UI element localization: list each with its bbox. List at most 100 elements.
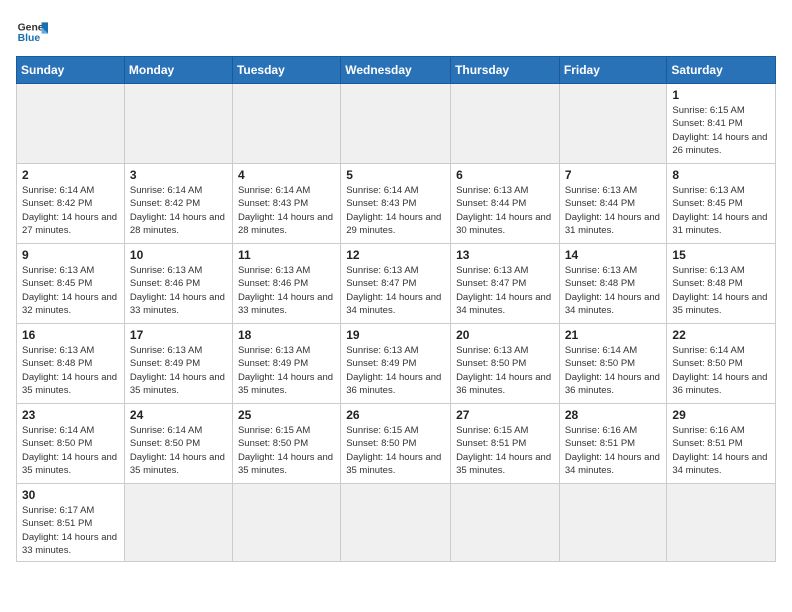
calendar-day-cell (17, 84, 125, 164)
calendar-day-cell (124, 484, 232, 562)
weekday-header-cell: Saturday (667, 57, 776, 84)
day-number: 29 (672, 408, 770, 422)
calendar-week-row: 9 Sunrise: 6:13 AM Sunset: 8:45 PM Daylig… (17, 244, 776, 324)
calendar-day-cell: 23Sunrise: 6:14 AM Sunset: 8:50 PM Dayli… (17, 404, 125, 484)
day-info: Sunrise: 6:15 AM Sunset: 8:41 PM Dayligh… (672, 104, 770, 157)
day-info: Sunrise: 6:13 AM Sunset: 8:49 PM Dayligh… (238, 344, 335, 397)
day-info: Sunrise: 6:15 AM Sunset: 8:51 PM Dayligh… (456, 424, 554, 477)
weekday-header-cell: Sunday (17, 57, 125, 84)
day-number: 9 (22, 248, 119, 262)
weekday-header-cell: Thursday (451, 57, 560, 84)
calendar-day-cell: 22Sunrise: 6:14 AM Sunset: 8:50 PM Dayli… (667, 324, 776, 404)
calendar-week-row: 1 Sunrise: 6:15 AM Sunset: 8:41 PM Daylig… (17, 84, 776, 164)
calendar-day-cell (232, 84, 340, 164)
calendar-day-cell: 19Sunrise: 6:13 AM Sunset: 8:49 PM Dayli… (341, 324, 451, 404)
calendar-day-cell: 4Sunrise: 6:14 AM Sunset: 8:43 PM Daylig… (232, 164, 340, 244)
day-info: Sunrise: 6:14 AM Sunset: 8:50 PM Dayligh… (672, 344, 770, 397)
day-number: 21 (565, 328, 662, 342)
day-number: 16 (22, 328, 119, 342)
day-number: 14 (565, 248, 662, 262)
calendar-day-cell: 6 Sunrise: 6:13 AM Sunset: 8:44 PM Daylig… (451, 164, 560, 244)
day-info: Sunrise: 6:14 AM Sunset: 8:50 PM Dayligh… (22, 424, 119, 477)
day-info: Sunrise: 6:14 AM Sunset: 8:43 PM Dayligh… (346, 184, 445, 237)
day-number: 3 (130, 168, 227, 182)
day-number: 28 (565, 408, 662, 422)
calendar-day-cell: 20Sunrise: 6:13 AM Sunset: 8:50 PM Dayli… (451, 324, 560, 404)
day-number: 18 (238, 328, 335, 342)
calendar-week-row: 23Sunrise: 6:14 AM Sunset: 8:50 PM Dayli… (17, 404, 776, 484)
calendar-week-row: 30 Sunrise: 6:17 AM Sunset: 8:51 PM Dayli… (17, 484, 776, 562)
weekday-header-cell: Friday (559, 57, 667, 84)
day-info: Sunrise: 6:13 AM Sunset: 8:45 PM Dayligh… (672, 184, 770, 237)
day-number: 25 (238, 408, 335, 422)
calendar-day-cell: 2 Sunrise: 6:14 AM Sunset: 8:42 PM Daylig… (17, 164, 125, 244)
calendar-day-cell (559, 84, 667, 164)
day-info: Sunrise: 6:17 AM Sunset: 8:51 PM Dayligh… (22, 504, 119, 557)
day-number: 26 (346, 408, 445, 422)
calendar-day-cell (667, 484, 776, 562)
calendar-day-cell: 9 Sunrise: 6:13 AM Sunset: 8:45 PM Daylig… (17, 244, 125, 324)
day-number: 2 (22, 168, 119, 182)
day-info: Sunrise: 6:13 AM Sunset: 8:45 PM Dayligh… (22, 264, 119, 317)
day-number: 8 (672, 168, 770, 182)
calendar-day-cell: 14 Sunrise: 6:13 AM Sunset: 8:48 PM Dayli… (559, 244, 667, 324)
calendar-day-cell (341, 84, 451, 164)
day-number: 5 (346, 168, 445, 182)
weekday-header-cell: Wednesday (341, 57, 451, 84)
day-number: 6 (456, 168, 554, 182)
day-info: Sunrise: 6:15 AM Sunset: 8:50 PM Dayligh… (346, 424, 445, 477)
day-info: Sunrise: 6:16 AM Sunset: 8:51 PM Dayligh… (565, 424, 662, 477)
svg-text:Blue: Blue (18, 33, 41, 44)
day-info: Sunrise: 6:13 AM Sunset: 8:44 PM Dayligh… (565, 184, 662, 237)
calendar-day-cell (124, 84, 232, 164)
calendar-week-row: 16 Sunrise: 6:13 AM Sunset: 8:48 PM Dayli… (17, 324, 776, 404)
day-number: 15 (672, 248, 770, 262)
day-number: 4 (238, 168, 335, 182)
calendar-day-cell (232, 484, 340, 562)
day-number: 13 (456, 248, 554, 262)
calendar-day-cell: 11Sunrise: 6:13 AM Sunset: 8:46 PM Dayli… (232, 244, 340, 324)
calendar-day-cell: 29Sunrise: 6:16 AM Sunset: 8:51 PM Dayli… (667, 404, 776, 484)
calendar-day-cell (559, 484, 667, 562)
calendar-day-cell: 21 Sunrise: 6:14 AM Sunset: 8:50 PM Dayli… (559, 324, 667, 404)
calendar-day-cell: 7 Sunrise: 6:13 AM Sunset: 8:44 PM Daylig… (559, 164, 667, 244)
weekday-header-cell: Monday (124, 57, 232, 84)
day-info: Sunrise: 6:14 AM Sunset: 8:42 PM Dayligh… (22, 184, 119, 237)
calendar-day-cell: 12Sunrise: 6:13 AM Sunset: 8:47 PM Dayli… (341, 244, 451, 324)
day-info: Sunrise: 6:13 AM Sunset: 8:46 PM Dayligh… (130, 264, 227, 317)
logo: General Blue (16, 16, 48, 48)
calendar-week-row: 2 Sunrise: 6:14 AM Sunset: 8:42 PM Daylig… (17, 164, 776, 244)
day-number: 12 (346, 248, 445, 262)
weekday-header-cell: Tuesday (232, 57, 340, 84)
calendar-day-cell: 5 Sunrise: 6:14 AM Sunset: 8:43 PM Daylig… (341, 164, 451, 244)
day-info: Sunrise: 6:13 AM Sunset: 8:44 PM Dayligh… (456, 184, 554, 237)
calendar-day-cell: 1 Sunrise: 6:15 AM Sunset: 8:41 PM Daylig… (667, 84, 776, 164)
calendar-day-cell: 10 Sunrise: 6:13 AM Sunset: 8:46 PM Dayli… (124, 244, 232, 324)
day-number: 10 (130, 248, 227, 262)
calendar-table: SundayMondayTuesdayWednesdayThursdayFrid… (16, 56, 776, 562)
day-number: 24 (130, 408, 227, 422)
day-info: Sunrise: 6:13 AM Sunset: 8:48 PM Dayligh… (565, 264, 662, 317)
day-info: Sunrise: 6:14 AM Sunset: 8:50 PM Dayligh… (130, 424, 227, 477)
day-info: Sunrise: 6:14 AM Sunset: 8:50 PM Dayligh… (565, 344, 662, 397)
day-info: Sunrise: 6:13 AM Sunset: 8:47 PM Dayligh… (456, 264, 554, 317)
day-info: Sunrise: 6:13 AM Sunset: 8:48 PM Dayligh… (672, 264, 770, 317)
calendar-day-cell: 13 Sunrise: 6:13 AM Sunset: 8:47 PM Dayli… (451, 244, 560, 324)
day-number: 30 (22, 488, 119, 502)
day-number: 7 (565, 168, 662, 182)
day-info: Sunrise: 6:13 AM Sunset: 8:48 PM Dayligh… (22, 344, 119, 397)
day-number: 27 (456, 408, 554, 422)
day-info: Sunrise: 6:13 AM Sunset: 8:49 PM Dayligh… (130, 344, 227, 397)
calendar-day-cell: 15 Sunrise: 6:13 AM Sunset: 8:48 PM Dayli… (667, 244, 776, 324)
calendar-day-cell: 16 Sunrise: 6:13 AM Sunset: 8:48 PM Dayli… (17, 324, 125, 404)
day-info: Sunrise: 6:13 AM Sunset: 8:50 PM Dayligh… (456, 344, 554, 397)
calendar-day-cell: 24 Sunrise: 6:14 AM Sunset: 8:50 PM Dayli… (124, 404, 232, 484)
page-header: General Blue (16, 16, 776, 48)
calendar-day-cell: 25Sunrise: 6:15 AM Sunset: 8:50 PM Dayli… (232, 404, 340, 484)
day-number: 1 (672, 88, 770, 102)
calendar-day-cell (451, 84, 560, 164)
calendar-day-cell (451, 484, 560, 562)
calendar-day-cell: 3Sunrise: 6:14 AM Sunset: 8:42 PM Daylig… (124, 164, 232, 244)
calendar-day-cell: 30 Sunrise: 6:17 AM Sunset: 8:51 PM Dayli… (17, 484, 125, 562)
calendar-day-cell: 28 Sunrise: 6:16 AM Sunset: 8:51 PM Dayli… (559, 404, 667, 484)
